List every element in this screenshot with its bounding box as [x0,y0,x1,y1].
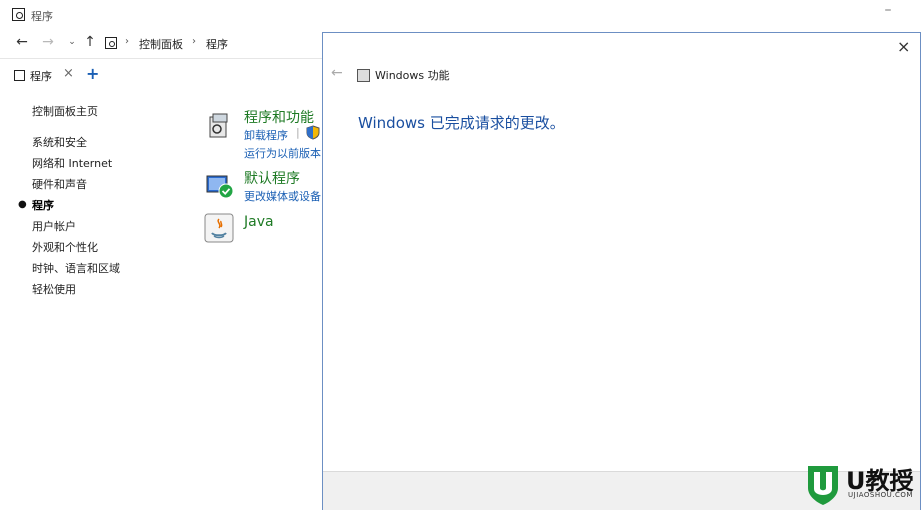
category-title-java[interactable]: Java [244,214,274,230]
sidebar-item-network-internet[interactable]: 网络和 Internet [32,155,112,171]
forward-arrow-icon[interactable]: → [40,34,56,52]
category-title-default-programs[interactable]: 默认程序 [244,168,300,188]
windows-features-icon [357,69,370,82]
tab-programs[interactable]: 程序 × [8,64,80,86]
title-bar: 程序 – [0,0,922,30]
window-title: 程序 [31,10,53,23]
sidebar-item-ease-of-access[interactable]: 轻松使用 [32,281,76,297]
breadcrumb-programs[interactable]: 程序 [206,36,228,52]
breadcrumb-control-panel-icon [105,37,117,49]
sidebar-item-user-accounts[interactable]: 用户帐户 [32,218,76,234]
sidebar-item-programs[interactable]: 程序 [32,197,54,213]
new-tab-plus-icon[interactable]: + [86,64,99,83]
sidebar-item-home[interactable]: 控制面板主页 [32,103,98,119]
link-run-older-programs[interactable]: 运行为以前版本 [244,145,321,161]
sidebar-item-hardware-sound[interactable]: 硬件和声音 [32,176,87,192]
breadcrumb-separator-icon: › [125,36,129,47]
up-arrow-icon[interactable]: ↑ [82,34,98,52]
uac-shield-icon [306,125,320,140]
dialog-back-arrow-icon[interactable]: ← [331,65,343,81]
link-separator: | [296,126,300,139]
dialog-message: Windows 已完成请求的更改。 [358,114,565,132]
address-bar-divider [0,58,322,59]
sidebar-item-clock-region[interactable]: 时钟、语言和区域 [32,260,120,276]
sidebar-item-appearance[interactable]: 外观和个性化 [32,239,98,255]
minimize-button[interactable]: – [878,2,898,22]
dialog-title: Windows 功能 [375,69,450,82]
watermark-shield-logo-icon [808,466,838,505]
dialog-close-icon[interactable]: × [897,37,910,56]
windows-features-dialog: × ← Windows 功能 Windows 已完成请求的更改。 [322,32,921,510]
active-bullet-icon: ● [18,199,27,210]
java-icon [204,213,234,243]
recent-locations-chevron-icon[interactable]: ⌄ [64,37,80,55]
control-panel-icon [12,8,25,21]
back-arrow-icon[interactable]: ← [14,34,30,52]
watermark-domain: UJIAOSHOU.COM [848,491,913,499]
link-change-media-device[interactable]: 更改媒体或设备 [244,188,321,204]
tab-label: 程序 [30,70,52,83]
sidebar-item-system-security[interactable]: 系统和安全 [32,134,87,150]
breadcrumb-separator-icon: › [192,36,196,47]
tab-close-icon[interactable]: × [63,66,74,81]
breadcrumb-control-panel[interactable]: 控制面板 [139,36,183,52]
programs-features-icon [209,113,228,138]
category-title-programs-features[interactable]: 程序和功能 [244,107,314,127]
default-programs-icon [206,175,234,199]
link-uninstall-program[interactable]: 卸载程序 [244,127,288,143]
control-panel-icon [14,70,25,81]
